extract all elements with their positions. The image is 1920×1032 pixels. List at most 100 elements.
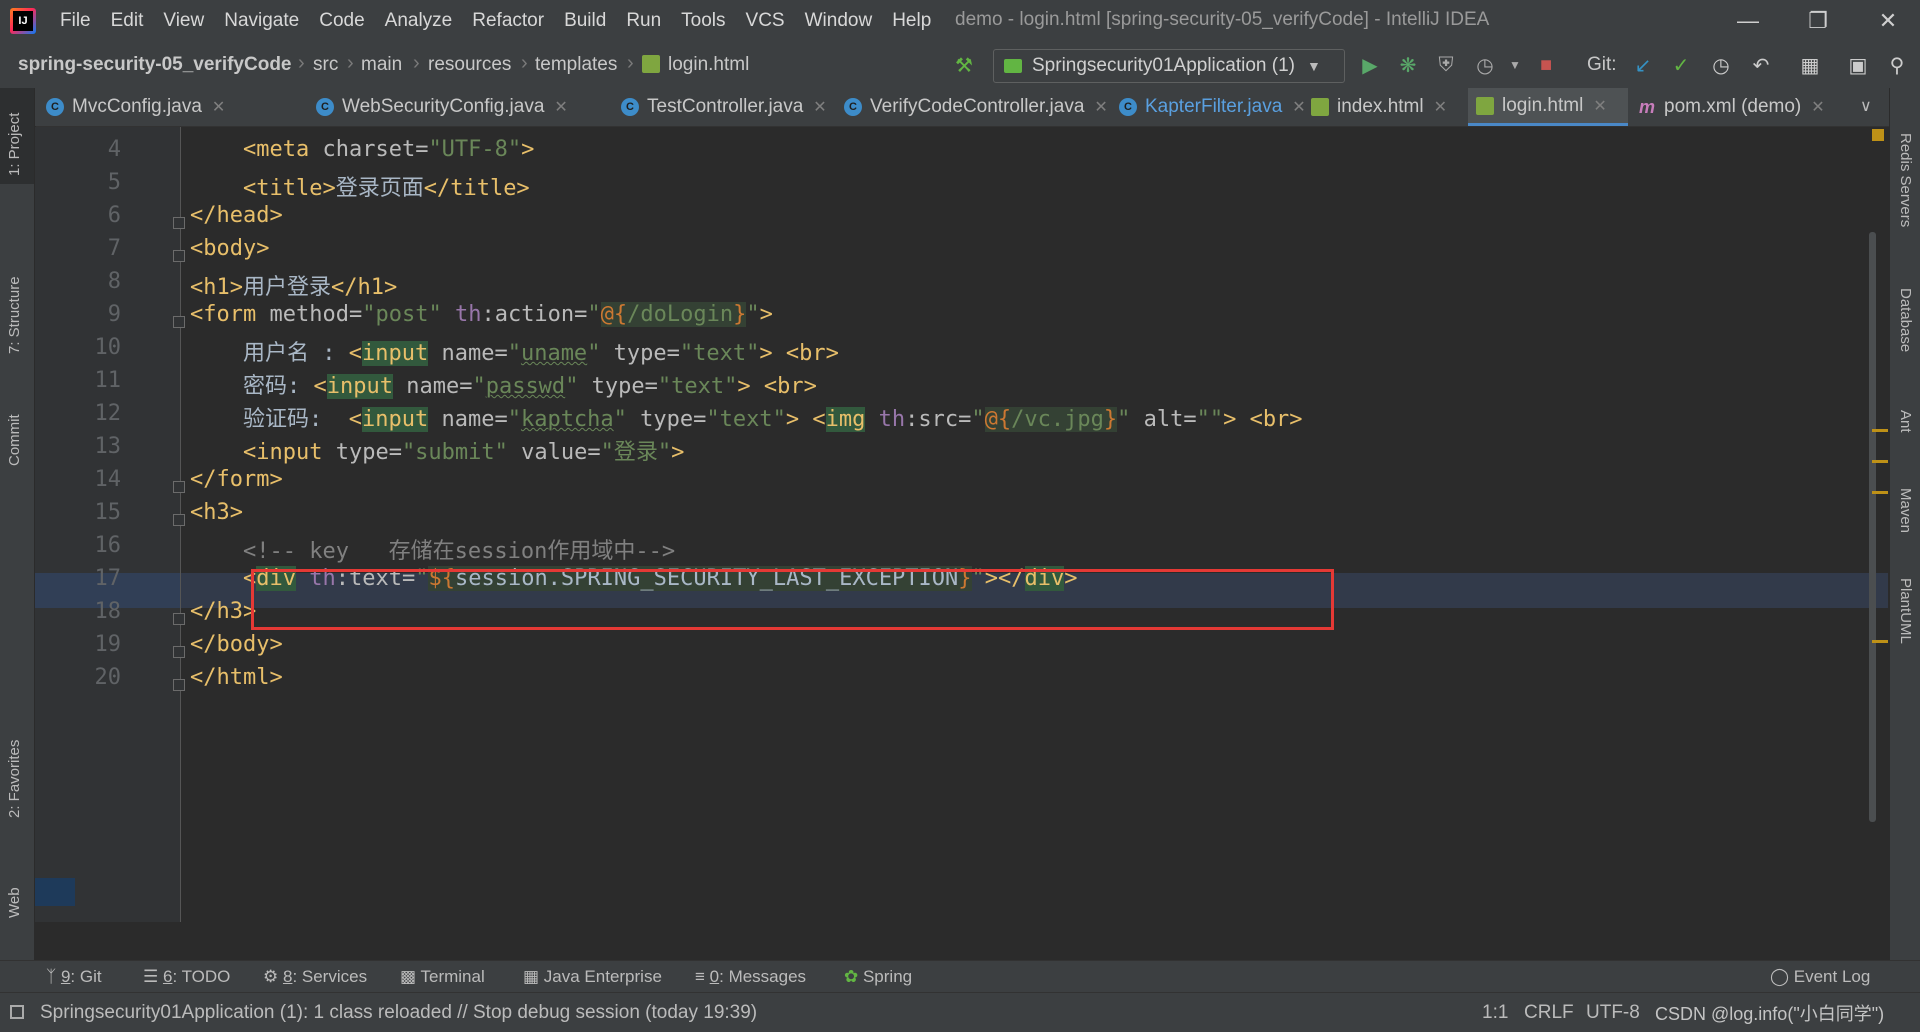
restore-icon[interactable]: ❐ bbox=[1790, 0, 1846, 42]
menu-tools[interactable]: Tools bbox=[671, 10, 735, 32]
java-enterprise-tool-button[interactable]: ▦ Java Enterprise bbox=[523, 967, 662, 987]
menu-analyze[interactable]: Analyze bbox=[375, 10, 463, 32]
menu-help[interactable]: Help bbox=[882, 10, 941, 32]
rollback-icon[interactable]: ↶ bbox=[1748, 52, 1774, 78]
event-log-button[interactable]: ◯ Event Log bbox=[1770, 967, 1870, 987]
close-icon[interactable]: ✕ bbox=[1860, 0, 1916, 42]
menu-code[interactable]: Code bbox=[309, 10, 374, 32]
menu-build[interactable]: Build bbox=[554, 10, 616, 32]
intellij-logo-icon[interactable] bbox=[10, 8, 36, 34]
profile-icon[interactable]: ◷ bbox=[1472, 52, 1498, 78]
tab-label: index.html bbox=[1337, 96, 1424, 117]
minimize-icon[interactable]: — bbox=[1720, 0, 1776, 42]
search-icon[interactable]: ⚲ bbox=[1884, 52, 1910, 78]
stop-icon[interactable]: ■ bbox=[1533, 52, 1559, 78]
breadcrumb-file[interactable]: login.html bbox=[668, 54, 749, 76]
warning-marker[interactable] bbox=[1872, 429, 1888, 432]
warning-marker[interactable] bbox=[1872, 640, 1888, 643]
menu-vcs[interactable]: VCS bbox=[736, 10, 795, 32]
tab-websecurityconfig[interactable]: C WebSecurityConfig.java ✕ bbox=[316, 88, 616, 126]
debug-icon[interactable]: ❋ bbox=[1395, 52, 1421, 78]
toggle-tool-windows-icon[interactable] bbox=[10, 1005, 24, 1019]
line-number: 18 bbox=[94, 599, 122, 624]
breadcrumb-project[interactable]: spring-security-05_verifyCode bbox=[18, 54, 292, 76]
breadcrumb-templates[interactable]: templates bbox=[535, 54, 617, 76]
breadcrumb-main[interactable]: main bbox=[361, 54, 402, 76]
close-icon[interactable]: ✕ bbox=[212, 97, 225, 117]
maven-tool-tab[interactable]: Maven bbox=[1897, 488, 1914, 533]
coverage-icon[interactable]: ⛨ bbox=[1433, 52, 1459, 78]
commit-tool-tab[interactable]: Commit bbox=[6, 414, 23, 466]
line-number: 13 bbox=[94, 434, 122, 459]
tab-verifycodecontroller[interactable]: C VerifyCodeController.java ✕ bbox=[844, 88, 1114, 126]
close-icon[interactable]: ✕ bbox=[1434, 97, 1447, 117]
tab-pom-xml[interactable]: m pom.xml (demo) ✕ bbox=[1638, 88, 1848, 126]
fold-marker-icon[interactable] bbox=[173, 679, 185, 691]
tab-kapterfilter[interactable]: C KapterFilter.java ✕ bbox=[1119, 88, 1329, 126]
close-icon[interactable]: ✕ bbox=[813, 97, 826, 117]
spring-tool-button[interactable]: ✿ Spring bbox=[844, 967, 912, 987]
run-configuration-select[interactable]: Springsecurity01Application (1) ▼ bbox=[993, 49, 1345, 83]
git-update-icon[interactable]: ↙ bbox=[1630, 52, 1656, 78]
project-tool-tab[interactable]: 1: Project bbox=[6, 113, 23, 176]
class-icon: C bbox=[1119, 98, 1137, 116]
close-icon[interactable]: ✕ bbox=[554, 97, 567, 117]
breadcrumb-src[interactable]: src bbox=[313, 54, 338, 76]
status-message[interactable]: Springsecurity01Application (1): 1 class… bbox=[40, 1002, 757, 1024]
build-hammer-icon[interactable]: ⚒ bbox=[951, 52, 977, 78]
file-encoding[interactable]: UTF-8 bbox=[1586, 1002, 1640, 1024]
fold-marker-icon[interactable] bbox=[173, 613, 185, 625]
menu-edit[interactable]: Edit bbox=[101, 10, 154, 32]
close-icon[interactable]: ✕ bbox=[1593, 96, 1606, 116]
run-icon[interactable]: ▶ bbox=[1357, 52, 1383, 78]
menu-refactor[interactable]: Refactor bbox=[462, 10, 554, 32]
git-tool-button[interactable]: ᛉ 9: Git bbox=[46, 967, 102, 987]
menu-window[interactable]: Window bbox=[795, 10, 883, 32]
menu-navigate[interactable]: Navigate bbox=[214, 10, 309, 32]
tab-login-html[interactable]: login.html ✕ bbox=[1468, 88, 1628, 126]
inspection-status-icon[interactable] bbox=[1872, 129, 1884, 141]
caret-position[interactable]: 1:1 bbox=[1482, 1002, 1508, 1024]
tab-mvcconfig[interactable]: C MvcConfig.java ✕ bbox=[46, 88, 311, 126]
favorites-tool-tab[interactable]: 2: Favorites bbox=[6, 740, 23, 818]
web-tool-tab[interactable]: Web bbox=[6, 887, 23, 918]
todo-tool-button[interactable]: ☰ 6: TODO bbox=[143, 967, 230, 987]
history-icon[interactable]: ◷ bbox=[1708, 52, 1734, 78]
chevron-down-icon[interactable]: ▼ bbox=[1502, 52, 1528, 78]
git-commit-icon[interactable]: ✓ bbox=[1668, 52, 1694, 78]
menu-run[interactable]: Run bbox=[616, 10, 671, 32]
breadcrumb-resources[interactable]: resources bbox=[428, 54, 511, 76]
database-tool-tab[interactable]: Database bbox=[1897, 288, 1914, 352]
line-separator[interactable]: CRLF bbox=[1524, 1002, 1574, 1024]
plantuml-tool-tab[interactable]: PlantUML bbox=[1897, 578, 1914, 644]
structure-tool-tab[interactable]: 7: Structure bbox=[6, 276, 23, 354]
terminal-tool-button[interactable]: ▩ Terminal bbox=[400, 967, 485, 987]
close-icon[interactable]: ✕ bbox=[1094, 97, 1107, 117]
messages-tool-button[interactable]: ≡ 0: Messages bbox=[695, 967, 806, 987]
warning-marker[interactable] bbox=[1872, 460, 1888, 463]
vertical-scrollbar[interactable] bbox=[1869, 232, 1876, 822]
class-icon: C bbox=[844, 98, 862, 116]
tab-testcontroller[interactable]: C TestController.java ✕ bbox=[621, 88, 839, 126]
redis-servers-tool-tab[interactable]: Redis Servers bbox=[1897, 133, 1914, 227]
fold-marker-icon[interactable] bbox=[173, 514, 185, 526]
editor-tabs: C MvcConfig.java ✕ C WebSecurityConfig.j… bbox=[36, 88, 1889, 127]
menu-view[interactable]: View bbox=[153, 10, 214, 32]
services-tool-button[interactable]: ⚙ 8: Services bbox=[263, 967, 367, 987]
fold-marker-icon[interactable] bbox=[173, 481, 185, 493]
fold-marker-icon[interactable] bbox=[173, 217, 185, 229]
chevron-down-icon[interactable]: ∨ bbox=[1860, 96, 1872, 116]
close-icon[interactable]: ✕ bbox=[1811, 97, 1824, 117]
warning-marker[interactable] bbox=[1872, 491, 1888, 494]
status-bar: Springsecurity01Application (1): 1 class… bbox=[0, 992, 1920, 1032]
fold-marker-icon[interactable] bbox=[173, 250, 185, 262]
fold-marker-icon[interactable] bbox=[173, 316, 185, 328]
html-file-icon bbox=[642, 55, 660, 73]
close-icon[interactable]: ✕ bbox=[1292, 97, 1305, 117]
ant-tool-tab[interactable]: Ant bbox=[1897, 410, 1914, 433]
project-structure-icon[interactable]: ▦ bbox=[1797, 52, 1823, 78]
code-editor[interactable]: 4 5 6 7 8 9 10 11 12 13 14 15 16 17 18 1… bbox=[35, 127, 1888, 922]
menu-file[interactable]: File bbox=[50, 10, 101, 32]
fold-marker-icon[interactable] bbox=[173, 646, 185, 658]
presentation-icon[interactable]: ▣ bbox=[1845, 52, 1871, 78]
